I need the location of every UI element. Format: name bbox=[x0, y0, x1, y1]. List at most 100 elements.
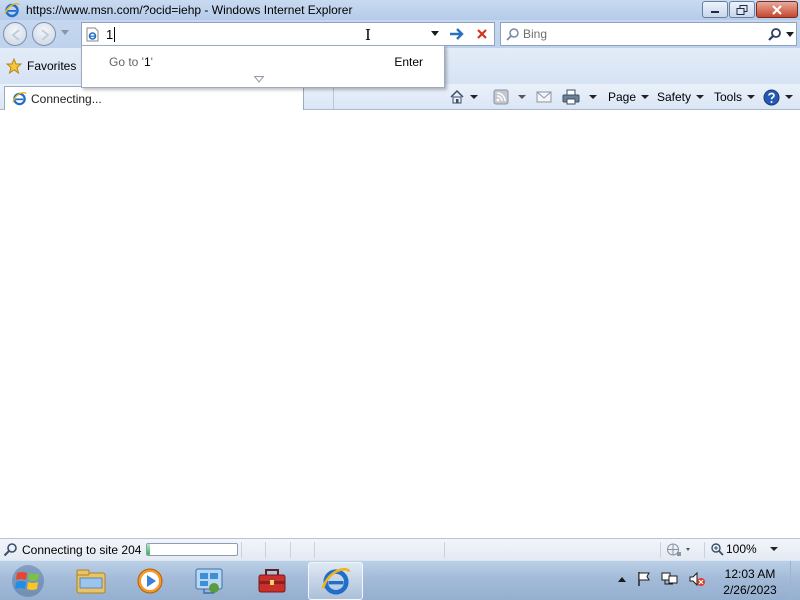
home-button[interactable] bbox=[449, 87, 478, 107]
taskbar: 12:03 AM 2/26/2023 bbox=[0, 560, 800, 600]
star-icon bbox=[6, 58, 22, 74]
help-dropdown-icon bbox=[785, 95, 793, 99]
show-hidden-icons-icon[interactable] bbox=[617, 575, 627, 583]
forward-button[interactable] bbox=[32, 22, 56, 46]
search-dropdown-icon[interactable] bbox=[786, 32, 794, 38]
rss-feed-icon bbox=[493, 89, 509, 105]
text-cursor-icon: I bbox=[365, 26, 371, 44]
taskbar-toolbox-button[interactable] bbox=[244, 562, 299, 600]
tools-menu-label: Tools bbox=[714, 90, 743, 104]
zoom-dropdown-icon bbox=[769, 547, 778, 551]
new-tab-button[interactable] bbox=[306, 88, 334, 110]
folder-icon bbox=[76, 569, 105, 594]
feeds-button[interactable] bbox=[493, 87, 526, 107]
safety-menu[interactable]: Safety bbox=[657, 87, 705, 107]
bing-search-icon bbox=[506, 28, 519, 41]
status-divider bbox=[290, 542, 291, 558]
back-arrow-icon bbox=[11, 29, 20, 41]
search-icon[interactable] bbox=[767, 27, 783, 43]
restore-icon bbox=[736, 4, 748, 15]
maximize-button[interactable] bbox=[729, 1, 755, 18]
network-icon[interactable] bbox=[661, 571, 679, 587]
status-divider bbox=[265, 542, 266, 558]
tab-label: Connecting... bbox=[31, 91, 102, 106]
taskbar-media-player-button[interactable] bbox=[122, 562, 177, 600]
status-divider bbox=[444, 542, 445, 558]
home-dropdown-icon[interactable] bbox=[470, 95, 478, 99]
clock-time: 12:03 AM bbox=[724, 567, 776, 581]
action-center-flag-icon[interactable] bbox=[636, 571, 652, 587]
search-input[interactable] bbox=[523, 26, 753, 42]
ie-logo-icon bbox=[321, 567, 350, 595]
security-zone-button[interactable] bbox=[665, 542, 695, 560]
address-bar[interactable]: 1 I bbox=[81, 22, 495, 46]
stop-x-icon[interactable] bbox=[474, 26, 490, 42]
show-desktop-button[interactable] bbox=[790, 561, 800, 600]
read-mail-button[interactable] bbox=[536, 87, 552, 107]
favorites-button[interactable]: Favorites bbox=[6, 58, 76, 74]
page-menu[interactable]: Page bbox=[608, 87, 650, 107]
progress-fill bbox=[147, 544, 150, 555]
zoom-level: 100% bbox=[726, 542, 757, 556]
page-content-area[interactable] bbox=[0, 110, 800, 538]
loading-progress-bar bbox=[146, 543, 238, 556]
feeds-dropdown-icon[interactable] bbox=[518, 95, 526, 99]
zoom-icon bbox=[711, 543, 724, 556]
media-player-icon bbox=[137, 568, 162, 594]
search-box[interactable] bbox=[500, 22, 797, 46]
home-icon bbox=[450, 89, 464, 104]
status-divider bbox=[704, 542, 705, 558]
tab-connecting[interactable]: Connecting... bbox=[4, 86, 304, 110]
minimize-button[interactable] bbox=[702, 1, 728, 18]
minimize-icon bbox=[711, 10, 719, 13]
ie-logo-icon bbox=[4, 3, 20, 18]
goto-suffix: ' bbox=[150, 55, 153, 69]
window-controls bbox=[702, 1, 798, 18]
address-input[interactable]: 1 bbox=[106, 27, 116, 42]
forward-arrow-icon bbox=[41, 29, 50, 41]
print-dropdown-icon[interactable] bbox=[589, 95, 597, 99]
start-button[interactable] bbox=[4, 562, 52, 600]
navigation-bar: 1 I bbox=[0, 20, 800, 48]
clock-date: 2/26/2023 bbox=[723, 583, 777, 597]
safety-menu-label: Safety bbox=[657, 90, 692, 104]
system-tray bbox=[617, 571, 706, 587]
autocomplete-goto-item[interactable]: Go to '1' bbox=[109, 55, 153, 69]
windows-logo-icon bbox=[12, 565, 44, 597]
tools-dropdown-icon bbox=[747, 95, 756, 99]
close-button[interactable] bbox=[756, 1, 798, 18]
status-divider bbox=[314, 542, 315, 558]
status-divider bbox=[660, 542, 661, 558]
page-menu-label: Page bbox=[608, 90, 637, 104]
help-icon bbox=[763, 89, 780, 105]
mail-icon bbox=[536, 91, 552, 103]
go-arrow-icon[interactable] bbox=[448, 26, 466, 42]
goto-prefix: Go to ' bbox=[109, 55, 144, 69]
protected-mode-icon bbox=[667, 543, 690, 556]
address-autocomplete: Go to '1' Enter bbox=[81, 45, 445, 88]
title-bar: https://www.msn.com/?ocid=iehp - Windows… bbox=[0, 0, 800, 20]
taskbar-internet-explorer-button[interactable] bbox=[308, 562, 363, 600]
help-button[interactable] bbox=[763, 87, 793, 107]
volume-muted-icon[interactable] bbox=[688, 571, 706, 587]
status-divider bbox=[241, 542, 242, 558]
taskbar-explorer-button[interactable] bbox=[63, 562, 118, 600]
zoom-button[interactable]: 100% bbox=[710, 542, 778, 556]
server-manager-icon bbox=[195, 568, 222, 594]
recent-pages-dropdown-icon[interactable] bbox=[61, 30, 69, 36]
close-icon bbox=[772, 4, 782, 15]
favorites-label: Favorites bbox=[27, 59, 77, 73]
status-text: Connecting to site 204 bbox=[22, 543, 142, 557]
address-dropdown-icon[interactable] bbox=[431, 31, 439, 37]
ie-logo-icon bbox=[12, 91, 27, 106]
print-button[interactable] bbox=[562, 87, 597, 107]
window-title: https://www.msn.com/?ocid=iehp - Windows… bbox=[26, 3, 353, 17]
ie-page-icon bbox=[86, 27, 99, 42]
back-button[interactable] bbox=[3, 22, 27, 46]
page-dropdown-icon bbox=[641, 95, 650, 99]
expand-suggestions-icon[interactable] bbox=[254, 76, 264, 83]
tools-menu[interactable]: Tools bbox=[714, 87, 756, 107]
taskbar-server-manager-button[interactable] bbox=[181, 562, 236, 600]
taskbar-clock[interactable]: 12:03 AM 2/26/2023 bbox=[714, 566, 786, 598]
printer-icon bbox=[562, 89, 580, 105]
